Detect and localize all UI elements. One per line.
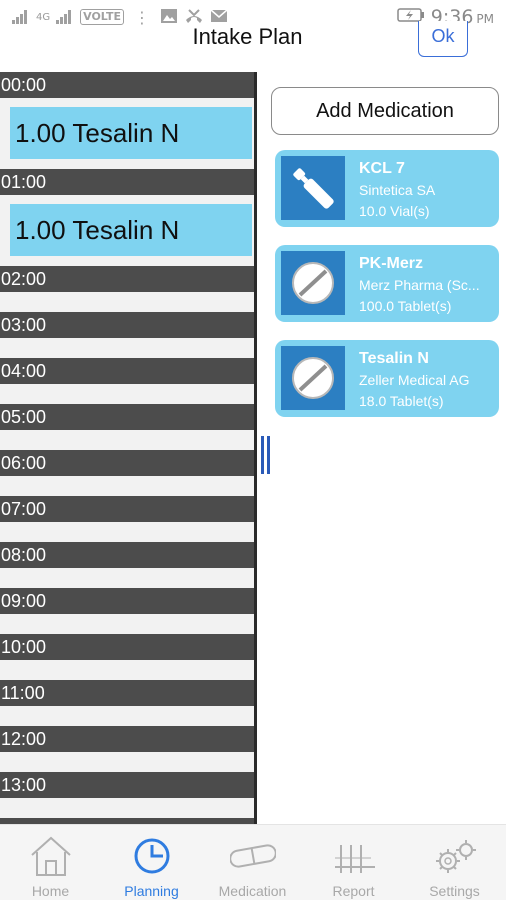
time-slot[interactable]: 04:00 xyxy=(0,358,254,404)
time-slot-body[interactable]: 1.00 Tesalin N xyxy=(0,195,254,266)
time-slot-body[interactable] xyxy=(0,522,254,542)
time-slot-label: 07:00 xyxy=(0,496,254,522)
timeline-divider xyxy=(254,72,257,824)
time-slot-label: 02:00 xyxy=(0,266,254,292)
medication-manufacturer: Merz Pharma (Sc... xyxy=(359,277,480,293)
gears-icon xyxy=(432,833,478,879)
time-slot-body[interactable] xyxy=(0,430,254,450)
add-medication-button[interactable]: Add Medication xyxy=(271,87,499,135)
timeline[interactable]: 00:00 1.00 Tesalin N 01:00 1.00 Tesalin N 02… xyxy=(0,72,254,824)
time-slot-label: 06:00 xyxy=(0,450,254,476)
medication-quantity: 100.0 Tablet(s) xyxy=(359,298,452,314)
time-slot-label: 01:00 xyxy=(0,169,254,195)
time-slot-label: 09:00 xyxy=(0,588,254,614)
nav-settings-label: Settings xyxy=(429,883,480,899)
time-slot[interactable]: 00:00 1.00 Tesalin N xyxy=(0,72,254,169)
vial-icon xyxy=(281,156,345,220)
time-slot-body[interactable] xyxy=(0,292,254,312)
time-slot-label: 05:00 xyxy=(0,404,254,430)
nav-planning[interactable]: Planning xyxy=(101,825,202,900)
nav-home-label: Home xyxy=(31,883,70,899)
tablet-icon xyxy=(281,346,345,410)
home-icon xyxy=(28,833,74,879)
ok-button[interactable]: Ok xyxy=(418,21,468,57)
signal-icon-2 xyxy=(56,10,74,24)
time-slot[interactable]: 10:00 xyxy=(0,634,254,680)
clock-icon xyxy=(129,833,175,879)
dose-entry[interactable]: 1.00 Tesalin N xyxy=(10,107,252,159)
nav-medication[interactable]: Medication xyxy=(202,825,303,900)
mail-icon xyxy=(210,8,228,26)
medication-manufacturer: Sintetica SA xyxy=(359,182,436,198)
time-slot-label: 13:00 xyxy=(0,772,254,798)
time-slot-label: 10:00 xyxy=(0,634,254,660)
signal-icon xyxy=(12,10,30,24)
nav-home[interactable]: Home xyxy=(0,825,101,900)
time-slot-body[interactable] xyxy=(0,384,254,404)
tablet-icon xyxy=(281,251,345,315)
nav-report-label: Report xyxy=(332,883,375,899)
medication-name: Tesalin N xyxy=(359,350,429,367)
time-slot-body[interactable] xyxy=(0,660,254,680)
medication-card[interactable]: KCL 7 Sintetica SA 10.0 Vial(s) xyxy=(275,150,499,227)
time-slot-label: 04:00 xyxy=(0,358,254,384)
time-slot-body[interactable] xyxy=(0,614,254,634)
medication-quantity: 18.0 Tablet(s) xyxy=(359,393,444,409)
pill-icon xyxy=(229,833,277,879)
time-slot-body[interactable] xyxy=(0,568,254,588)
medication-card[interactable]: Tesalin N Zeller Medical AG 18.0 Tablet(… xyxy=(275,340,499,417)
nav-planning-label: Planning xyxy=(124,883,179,899)
time-slot-body[interactable] xyxy=(0,476,254,496)
chart-icon xyxy=(331,833,377,879)
time-slot[interactable]: 02:00 xyxy=(0,266,254,312)
time-slot[interactable]: 07:00 xyxy=(0,496,254,542)
time-slot-label: 03:00 xyxy=(0,312,254,338)
time-slot-label: 11:00 xyxy=(0,680,254,706)
nav-report[interactable]: Report xyxy=(303,825,404,900)
medication-manufacturer: Zeller Medical AG xyxy=(359,372,470,388)
network-type: 4G xyxy=(36,11,51,23)
medication-name: KCL 7 xyxy=(359,160,405,177)
medication-card[interactable]: PK-Merz Merz Pharma (Sc... 100.0 Tablet(… xyxy=(275,245,499,322)
time-slot-label: 00:00 xyxy=(0,72,254,98)
dose-entry[interactable]: 1.00 Tesalin N xyxy=(10,204,252,256)
time-slot-label: 08:00 xyxy=(0,542,254,568)
volte-badge: VOLTE xyxy=(80,9,125,25)
time-slot-body[interactable] xyxy=(0,752,254,772)
time-slot[interactable]: 12:00 xyxy=(0,726,254,772)
time-slot[interactable]: 09:00 xyxy=(0,588,254,634)
time-slot-body[interactable] xyxy=(0,338,254,358)
time-slot-body[interactable]: 1.00 Tesalin N xyxy=(0,98,254,169)
bottom-navigation: Home Planning Medication Report Settings xyxy=(0,824,506,900)
split-handle-icon[interactable] xyxy=(261,436,273,474)
time-slot[interactable]: 01:00 1.00 Tesalin N xyxy=(0,169,254,266)
nav-settings[interactable]: Settings xyxy=(404,825,505,900)
time-slot[interactable]: 06:00 xyxy=(0,450,254,496)
time-slot[interactable]: 05:00 xyxy=(0,404,254,450)
time-slot[interactable]: 03:00 xyxy=(0,312,254,358)
time-slot-body[interactable] xyxy=(0,706,254,726)
nav-medication-label: Medication xyxy=(218,883,287,899)
time-slot-label: 12:00 xyxy=(0,726,254,752)
time-slot[interactable]: 08:00 xyxy=(0,542,254,588)
medication-quantity: 10.0 Vial(s) xyxy=(359,203,430,219)
time-slot[interactable]: 13:00 xyxy=(0,772,254,818)
medication-name: PK-Merz xyxy=(359,255,424,272)
time-slot[interactable]: 11:00 xyxy=(0,680,254,726)
time-slot-body[interactable] xyxy=(0,798,254,818)
